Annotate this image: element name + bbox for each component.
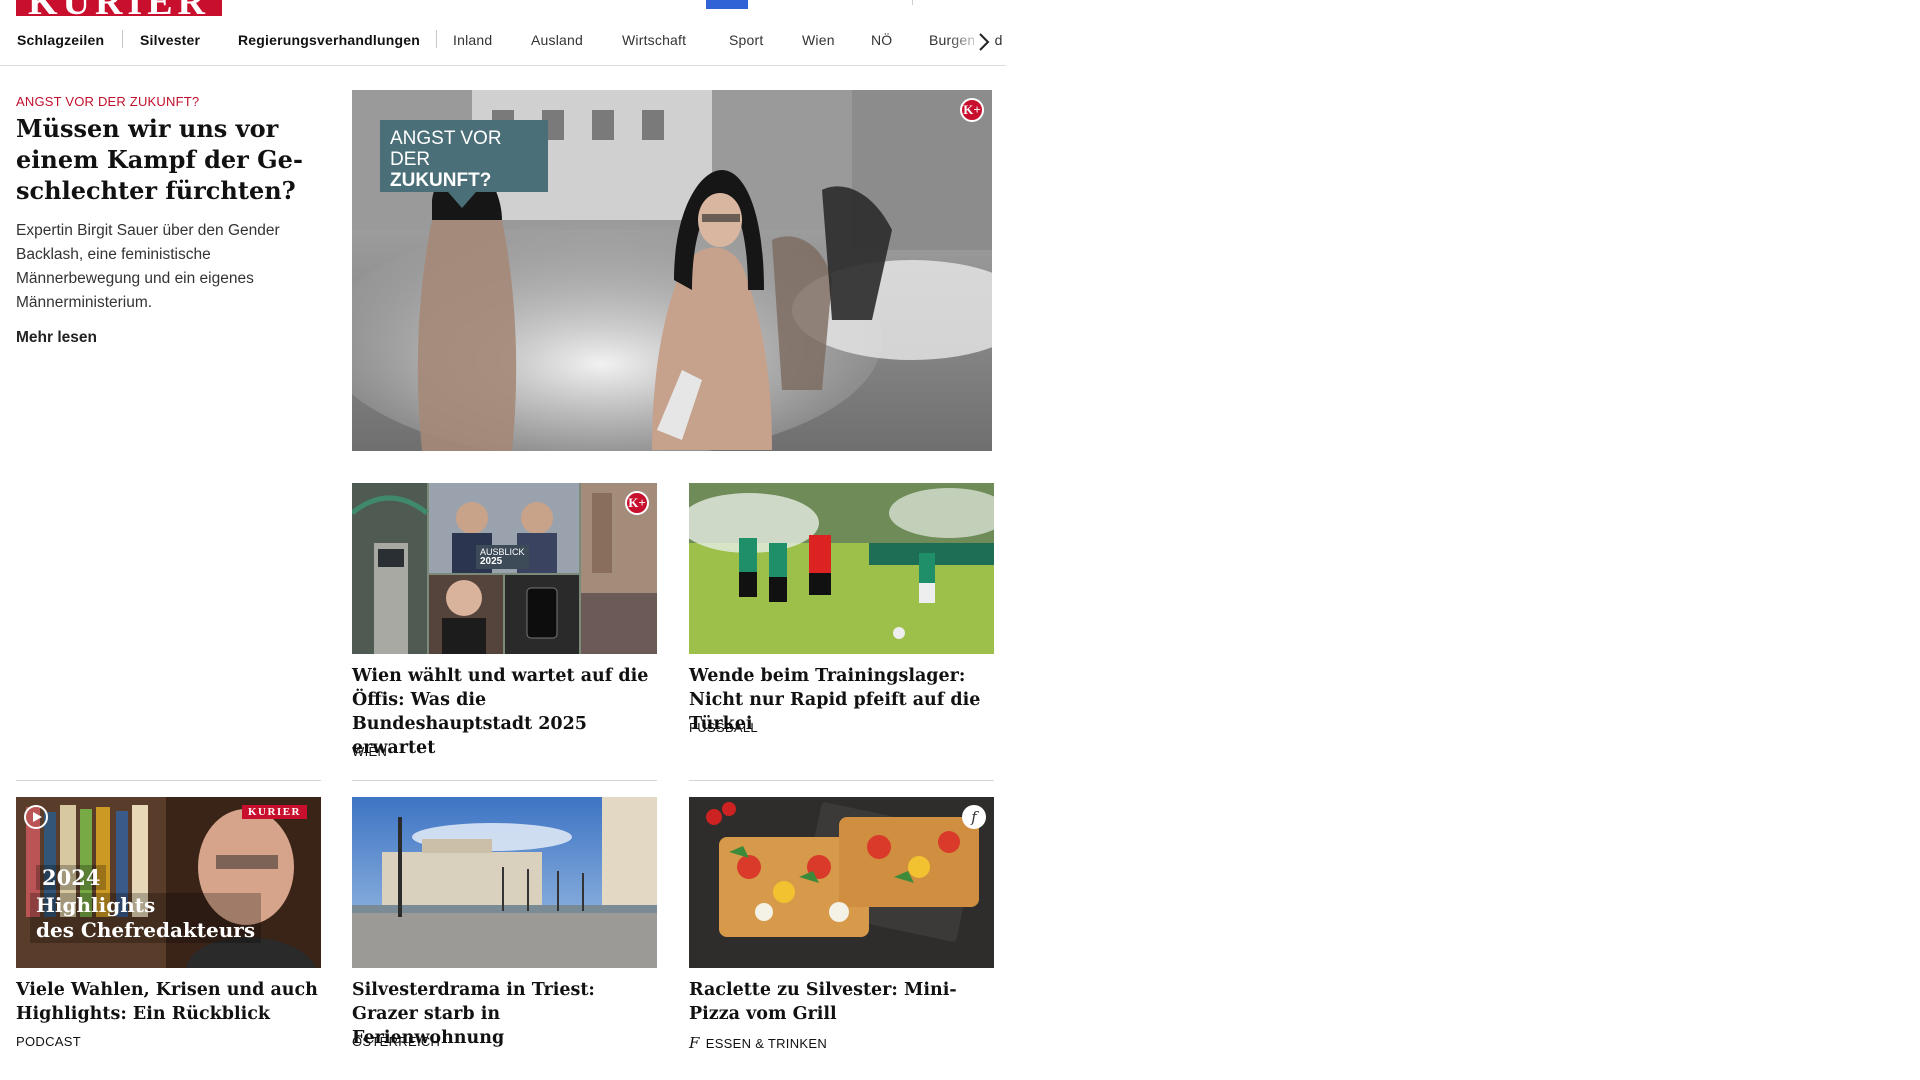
- ausblick-label: AUSBLICK 2025: [476, 545, 529, 569]
- premium-badge-icon: K+: [625, 491, 649, 515]
- podcast-brand-label: KURIER: [241, 805, 307, 819]
- nav-item-ausland[interactable]: Ausland: [531, 32, 583, 48]
- nav-item-schlagzeilen[interactable]: Schlagzeilen: [17, 32, 104, 48]
- lead-title[interactable]: Müssen wir uns vor ei­nem Kampf der Ge­s…: [16, 113, 316, 206]
- hero-overlay-line1: ANGST VOR DER: [390, 128, 502, 170]
- lead-hero-image[interactable]: ANGST VOR DER ZUKUNFT? K+: [352, 90, 992, 451]
- podcast-highlights-line2: des Chefredakteurs: [36, 918, 256, 942]
- section-nav: Schlagzeilen Silvester Regierungsverhand…: [0, 26, 1006, 66]
- header-accent-tab[interactable]: [706, 0, 748, 9]
- nav-item-wirtschaft[interactable]: Wirtschaft: [622, 32, 686, 48]
- podcast-year-label: 2024: [36, 865, 107, 890]
- premium-badge-icon: K+: [960, 98, 984, 122]
- nav-item-sport[interactable]: Sport: [729, 32, 763, 48]
- card-image-rapid[interactable]: [689, 483, 994, 654]
- row-divider: [689, 780, 994, 781]
- nav-item-noe[interactable]: NÖ: [871, 32, 892, 48]
- card-title-wien[interactable]: Wien wählt und wartet auf die Öf­fis: Wa…: [352, 664, 657, 760]
- logo-text: KURIER: [16, 0, 222, 16]
- card-category-fussball[interactable]: FUSSBALL: [689, 720, 758, 735]
- card-image-podcast[interactable]: KURIER 2024 Highlights des Chefredakteurs: [16, 797, 321, 968]
- nav-item-regierungsverhandlungen[interactable]: Regierungsverhandlungen: [238, 32, 420, 48]
- card-category-oesterreich[interactable]: ÖSTERREICH: [352, 1034, 440, 1049]
- nav-item-silvester[interactable]: Silvester: [140, 32, 200, 48]
- podcast-highlights-label: Highlights des Chefredakteurs: [30, 893, 262, 943]
- header-divider: [912, 0, 913, 5]
- row-divider: [16, 780, 321, 781]
- card-category-label: ESSEN & TRINKEN: [705, 1036, 828, 1051]
- read-more-link[interactable]: Mehr lesen: [16, 329, 97, 347]
- food-f-icon: f: [689, 1034, 700, 1052]
- chevron-right-icon[interactable]: [974, 30, 994, 54]
- nav-separator: [122, 30, 123, 48]
- card-category-podcast[interactable]: PODCAST: [16, 1034, 81, 1049]
- card-image-raclette[interactable]: f: [689, 797, 994, 968]
- nav-item-wien[interactable]: Wien: [802, 32, 835, 48]
- lead-kicker[interactable]: ANGST VOR DER ZUKUNFT?: [16, 94, 199, 109]
- card-title-raclette[interactable]: Raclette zu Silvester: Mini-Pizza vom Gr…: [689, 978, 994, 1026]
- row-divider: [352, 780, 657, 781]
- hero-overlay-tail: [448, 192, 476, 208]
- food-f-icon: f: [962, 805, 986, 829]
- podcast-highlights-line1: Highlights: [36, 893, 156, 917]
- ausblick-line2: 2025: [480, 556, 503, 567]
- card-category-wien[interactable]: WIEN: [352, 744, 387, 759]
- play-icon[interactable]: [24, 805, 48, 829]
- lead-teaser: Expertin Birgit Sauer über den Gender Ba…: [16, 222, 280, 311]
- nav-item-inland[interactable]: Inland: [453, 32, 492, 48]
- card-image-triest[interactable]: [352, 797, 657, 968]
- hero-overlay-line2: ZUKUNFT?: [390, 170, 492, 191]
- hero-overlay-label: ANGST VOR DER ZUKUNFT?: [380, 120, 548, 192]
- kurier-logo[interactable]: KURIER: [16, 0, 222, 16]
- card-category-essen-trinken[interactable]: f ESSEN & TRINKEN: [689, 1034, 827, 1052]
- nav-separator: [436, 30, 437, 48]
- card-title-podcast[interactable]: Viele Wahlen, Krisen und auch Highlights…: [16, 978, 321, 1026]
- card-image-wien[interactable]: AUSBLICK 2025 K+: [352, 483, 657, 654]
